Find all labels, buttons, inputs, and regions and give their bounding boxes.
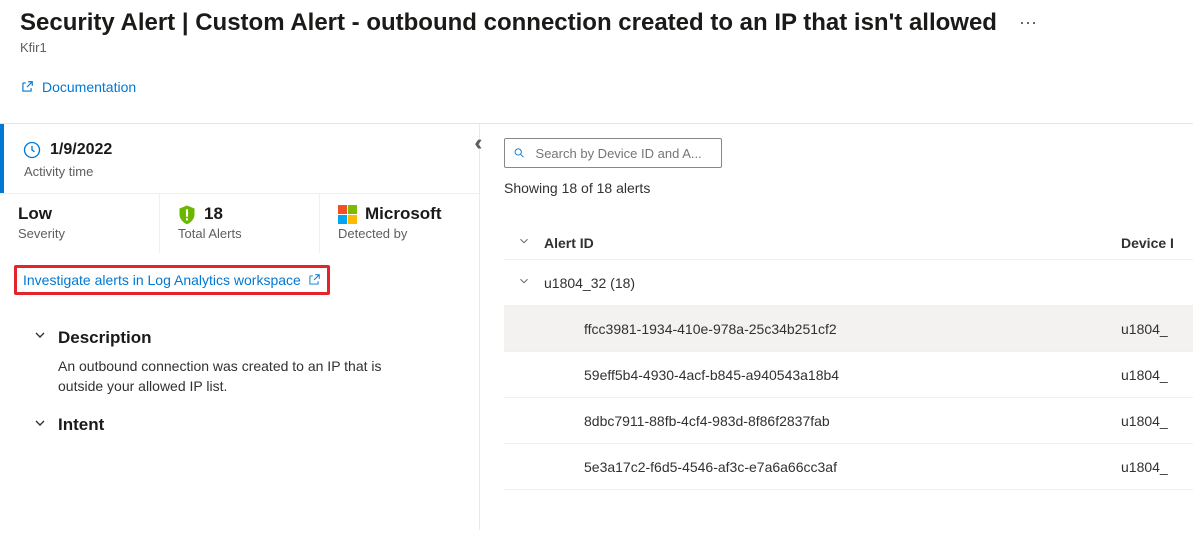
summary-card: 1/9/2022 Activity time bbox=[0, 124, 479, 193]
alert-id-cell: ffcc3981-1934-410e-978a-25c34b251cf2 bbox=[544, 321, 1121, 337]
shield-icon bbox=[178, 204, 196, 224]
metric-detected-by: Microsoft Detected by bbox=[320, 194, 479, 253]
activity-date: 1/9/2022 bbox=[50, 141, 112, 159]
expand-all-toggle[interactable] bbox=[504, 234, 544, 251]
device-id-cell: u1804_ bbox=[1121, 321, 1193, 337]
group-label: u1804_32 (18) bbox=[544, 275, 1121, 291]
severity-label: Severity bbox=[18, 226, 141, 241]
total-alerts-value: 18 bbox=[204, 204, 223, 224]
device-id-cell: u1804_ bbox=[1121, 367, 1193, 383]
alert-id-cell: 59eff5b4-4930-4acf-b845-a940543a18b4 bbox=[544, 367, 1121, 383]
section-description-title: Description bbox=[58, 328, 152, 348]
investigate-link[interactable]: Investigate alerts in Log Analytics work… bbox=[14, 265, 330, 295]
section-intent-title: Intent bbox=[58, 415, 104, 435]
alert-id-cell: 5e3a17c2-f6d5-4546-af3c-e7a6a66cc3af bbox=[544, 459, 1121, 475]
section-description-body: An outbound connection was created to an… bbox=[32, 356, 392, 397]
right-pane: Showing 18 of 18 alerts Alert ID Device … bbox=[480, 124, 1193, 530]
clock-icon bbox=[22, 140, 42, 160]
documentation-link[interactable]: Documentation bbox=[20, 79, 136, 95]
chevron-down-icon bbox=[504, 274, 544, 291]
severity-value: Low bbox=[18, 204, 141, 224]
microsoft-logo-icon bbox=[338, 205, 357, 224]
table-row[interactable]: ffcc3981-1934-410e-978a-25c34b251cf2u180… bbox=[504, 306, 1193, 352]
detected-by-label: Detected by bbox=[338, 226, 461, 241]
page-subtitle: Kfir1 bbox=[20, 40, 1173, 55]
table-row[interactable]: 5e3a17c2-f6d5-4546-af3c-e7a6a66cc3afu180… bbox=[504, 444, 1193, 490]
chevron-down-icon bbox=[32, 415, 48, 436]
table-row[interactable]: 8dbc7911-88fb-4cf4-983d-8f86f2837fabu180… bbox=[504, 398, 1193, 444]
device-id-cell: u1804_ bbox=[1121, 459, 1193, 475]
table-row[interactable]: 59eff5b4-4930-4acf-b845-a940543a18b4u180… bbox=[504, 352, 1193, 398]
column-device-id[interactable]: Device I bbox=[1121, 235, 1193, 251]
section-intent-header[interactable]: Intent bbox=[32, 415, 461, 436]
left-pane: ‹‹ 1/9/2022 Activity time Low Severity 1… bbox=[0, 124, 480, 530]
column-alert-id[interactable]: Alert ID bbox=[544, 235, 1121, 251]
search-input[interactable] bbox=[534, 145, 713, 162]
device-id-cell: u1804_ bbox=[1121, 413, 1193, 429]
metric-total-alerts: 18 Total Alerts bbox=[160, 194, 320, 253]
search-icon bbox=[513, 146, 526, 160]
section-description-header[interactable]: Description bbox=[32, 327, 461, 348]
external-link-icon bbox=[307, 273, 321, 287]
search-box[interactable] bbox=[504, 138, 722, 168]
external-link-icon bbox=[20, 80, 34, 94]
alert-id-cell: 8dbc7911-88fb-4cf4-983d-8f86f2837fab bbox=[544, 413, 1121, 429]
group-row[interactable]: u1804_32 (18) bbox=[504, 260, 1193, 306]
total-alerts-label: Total Alerts bbox=[178, 226, 301, 241]
page-title: Security Alert | Custom Alert - outbound… bbox=[20, 8, 997, 38]
detected-by-value: Microsoft bbox=[365, 204, 442, 224]
documentation-label: Documentation bbox=[42, 79, 136, 95]
activity-time-label: Activity time bbox=[24, 164, 461, 179]
more-actions-button[interactable]: ⋯ bbox=[1013, 11, 1045, 36]
showing-count: Showing 18 of 18 alerts bbox=[504, 180, 1193, 196]
investigate-link-label: Investigate alerts in Log Analytics work… bbox=[23, 272, 301, 288]
metric-severity: Low Severity bbox=[0, 194, 160, 253]
alerts-table: Alert ID Device I u1804_32 (18) ffcc3981… bbox=[504, 226, 1193, 490]
chevron-down-icon bbox=[32, 327, 48, 348]
